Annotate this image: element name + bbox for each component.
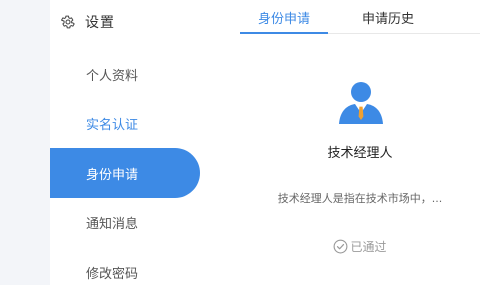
check-circle-icon	[334, 239, 348, 254]
settings-sidebar: 设置 个人资料 实名认证 身份申请 通知消息 修改密码	[50, 0, 200, 285]
tab-identity-application[interactable]: 身份申请	[240, 0, 328, 34]
sidebar-header: 设置	[60, 10, 115, 34]
status-badge: 已通过	[240, 238, 480, 255]
menu-item-notifications[interactable]: 通知消息	[50, 197, 200, 247]
status-text: 已通过	[350, 240, 387, 254]
tab-application-history[interactable]: 申请历史	[338, 0, 438, 34]
gear-icon	[61, 15, 75, 29]
identity-card[interactable]: 技术经理人 技术经理人是指在技术市场中，... 已通过	[240, 34, 480, 285]
menu-item-real-name-verification[interactable]: 实名认证	[50, 98, 200, 148]
left-gutter	[0, 0, 50, 285]
menu-item-identity-application[interactable]: 身份申请	[50, 148, 200, 198]
sidebar-title: 设置	[85, 15, 115, 31]
manager-avatar-icon	[339, 82, 383, 124]
card-title: 技术经理人	[327, 146, 393, 161]
menu-item-personal-info[interactable]: 个人资料	[50, 49, 200, 99]
card-description: 技术经理人是指在技术市场中，...	[277, 192, 443, 205]
tab-bar: 身份申请 申请历史	[240, 0, 480, 34]
menu-item-change-password[interactable]: 修改密码	[50, 247, 200, 285]
